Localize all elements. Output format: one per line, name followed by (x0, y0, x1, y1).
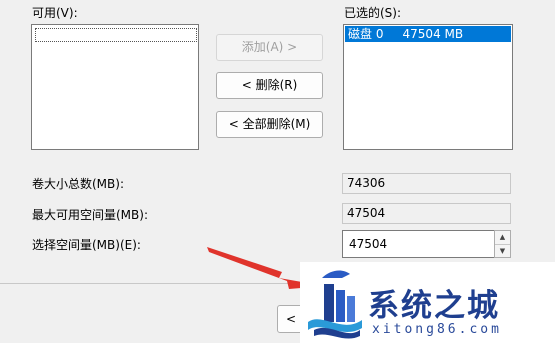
total-size-label: 卷大小总数(MB): (32, 177, 124, 191)
watermark: 系统之城 xitong86.com (300, 262, 555, 343)
max-space-label: 最大可用空间量(MB): (32, 208, 148, 222)
total-size-value: 74306 (342, 173, 511, 194)
select-space-spinner[interactable]: ▲ ▼ (494, 230, 511, 258)
watermark-title: 系统之城 (368, 288, 500, 324)
add-button[interactable]: 添加(A) > (216, 34, 323, 61)
watermark-subtitle: xitong86.com (372, 322, 502, 337)
max-space-value: 47504 (342, 203, 511, 224)
selected-listbox[interactable]: 磁盘 0 47504 MB (343, 24, 513, 150)
select-space-label: 选择空间量(MB)(E): (32, 238, 141, 252)
spin-up-icon[interactable]: ▲ (495, 231, 510, 245)
select-space-input[interactable]: 47504 (342, 230, 495, 258)
remove-button[interactable]: < 删除(R) (216, 72, 323, 99)
available-label: 可用(V): (32, 6, 78, 20)
disk-name: 磁盘 0 (348, 27, 384, 41)
spin-down-icon[interactable]: ▼ (495, 245, 510, 258)
disk-size: 47504 MB (402, 27, 464, 41)
watermark-logo-icon (308, 270, 362, 339)
remove-all-button[interactable]: < 全部删除(M) (216, 111, 323, 138)
available-listbox[interactable] (31, 24, 199, 150)
selected-list-item[interactable]: 磁盘 0 47504 MB (345, 26, 511, 42)
available-focus-row (35, 28, 197, 42)
selected-label: 已选的(S): (344, 6, 402, 20)
